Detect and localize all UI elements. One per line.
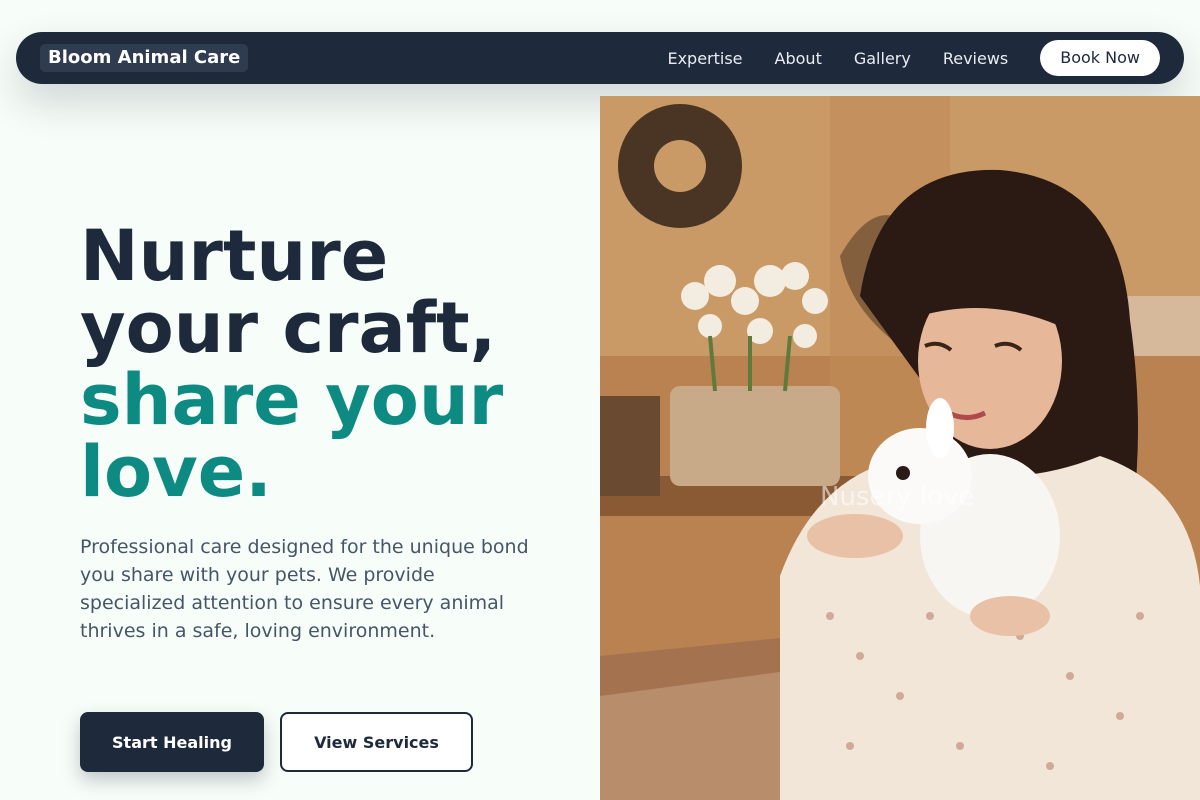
hero-photo: Nusery love [600,96,1200,800]
hero-title-accent-line-1: share your [80,359,504,441]
hero-title-line-1: Nurture [80,215,389,297]
hero-description: Professional care designed for the uniqu… [80,536,529,642]
woman-holding-bunny-illustration [600,96,1200,800]
view-services-button[interactable]: View Services [280,712,473,772]
nav-link-gallery[interactable]: Gallery [854,49,911,68]
nav-link-reviews[interactable]: Reviews [943,49,1008,68]
top-navbar: Bloom Animal Care Expertise About Galler… [16,32,1184,84]
nav-link-about[interactable]: About [775,49,822,68]
hero-title-accent-line-2: love. [80,431,272,513]
nav-links: Expertise About Gallery Reviews Book Now [667,32,1160,84]
image-overlay-text: Nusery love [820,482,975,512]
nav-link-expertise[interactable]: Expertise [667,49,742,68]
hero-title: Nurture your craft, share your love. [80,220,580,508]
book-now-button[interactable]: Book Now [1040,40,1160,76]
start-healing-button[interactable]: Start Healing [80,712,264,772]
hero-title-line-2: your craft, [80,287,497,369]
brand-logo[interactable]: Bloom Animal Care [40,44,249,72]
